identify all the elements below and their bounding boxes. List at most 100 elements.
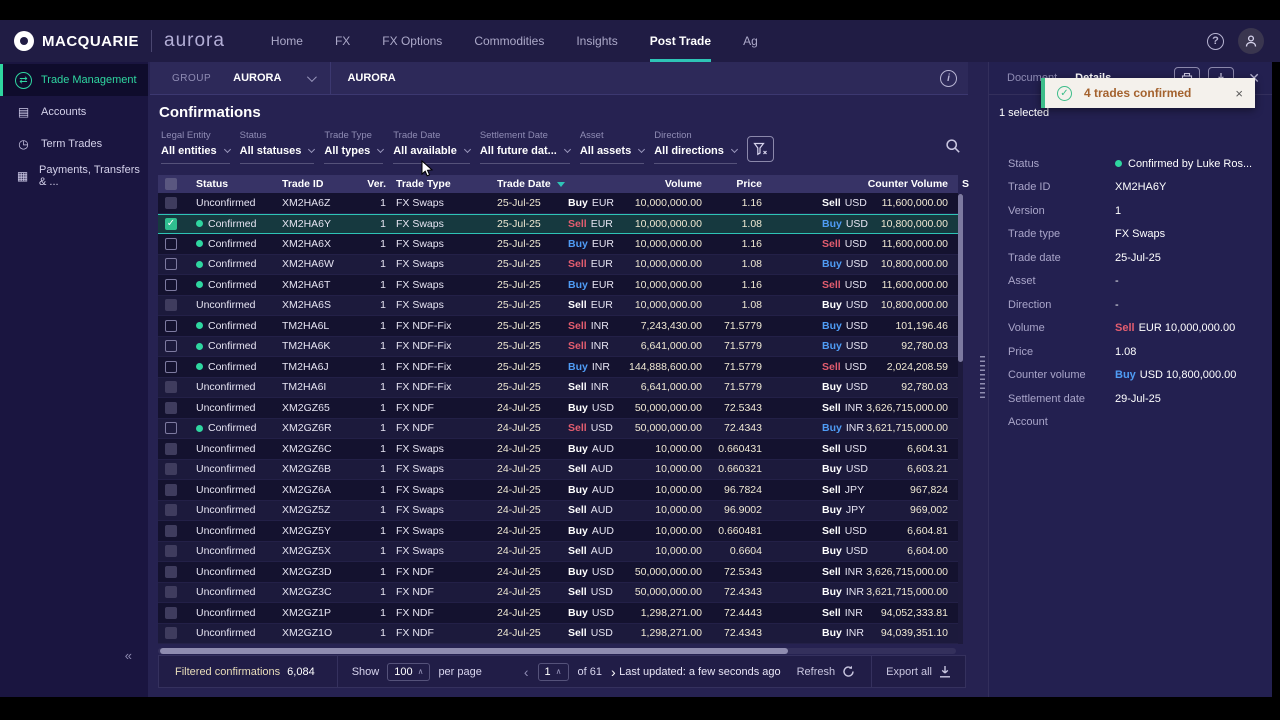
table-horizontal-scrollbar[interactable] bbox=[158, 648, 956, 654]
row-checkbox[interactable] bbox=[165, 279, 177, 291]
trade-row[interactable]: Unconfirmed XM2GZ3D 1 FX NDF 24-Jul-25 B… bbox=[158, 562, 958, 583]
row-direction2: Buy bbox=[822, 381, 842, 393]
sidebar-item[interactable]: ▦ Payments, Transfers & ... bbox=[0, 160, 148, 192]
trade-row[interactable]: Unconfirmed XM2GZ6C 1 FX Swaps 24-Jul-25… bbox=[158, 439, 958, 460]
info-icon[interactable]: i bbox=[940, 70, 957, 87]
col-version[interactable]: Ver. bbox=[362, 178, 386, 190]
filter-dropdown[interactable]: Status All statuses bbox=[240, 130, 315, 164]
nav-item[interactable]: Ag bbox=[743, 20, 758, 62]
trade-row[interactable]: Unconfirmed XM2GZ65 1 FX NDF 24-Jul-25 B… bbox=[158, 398, 958, 419]
sidebar-collapse-button[interactable]: « bbox=[125, 648, 132, 663]
row-checkbox[interactable] bbox=[165, 361, 177, 373]
row-checkbox[interactable] bbox=[165, 607, 177, 619]
row-checkbox[interactable] bbox=[165, 422, 177, 434]
trade-row[interactable]: Confirmed XM2HA6X 1 FX Swaps 25-Jul-25 B… bbox=[158, 234, 958, 255]
row-checkbox[interactable] bbox=[165, 238, 177, 250]
sidebar-item[interactable]: ◷ Term Trades bbox=[0, 128, 148, 160]
col-trade-date[interactable]: Trade Date bbox=[470, 178, 548, 190]
row-checkbox[interactable] bbox=[165, 197, 177, 209]
row-version: 1 bbox=[362, 381, 386, 393]
filter-dropdown[interactable]: Settlement Date All future dat... bbox=[480, 130, 570, 164]
row-direction1: Sell bbox=[568, 586, 587, 598]
horizontal-scroll-thumb[interactable] bbox=[160, 648, 788, 654]
col-trade-type[interactable]: Trade Type bbox=[386, 178, 470, 190]
sidebar-item[interactable]: ▤ Accounts bbox=[0, 96, 148, 128]
filter-funnel-button[interactable] bbox=[747, 136, 774, 162]
nav-item[interactable]: Insights bbox=[576, 20, 617, 62]
row-checkbox[interactable] bbox=[165, 586, 177, 598]
select-all-checkbox[interactable] bbox=[158, 178, 184, 190]
nav-item[interactable]: FX bbox=[335, 20, 350, 62]
trade-row[interactable]: Unconfirmed XM2GZ5Z 1 FX Swaps 24-Jul-25… bbox=[158, 501, 958, 522]
sidebar-item[interactable]: ⇄ Trade Management bbox=[0, 64, 148, 96]
trade-row[interactable]: ✓ Confirmed XM2HA6Y 1 FX Swaps 25-Jul-25… bbox=[158, 214, 958, 235]
row-checkbox[interactable] bbox=[165, 566, 177, 578]
page-size-select[interactable]: 100 ∧ bbox=[387, 663, 430, 681]
row-checkbox[interactable] bbox=[165, 525, 177, 537]
col-volume[interactable]: Volume bbox=[608, 178, 718, 190]
row-checkbox[interactable]: ✓ bbox=[165, 218, 177, 230]
col-counter-volume[interactable]: Counter Volume bbox=[846, 178, 958, 190]
user-avatar[interactable] bbox=[1238, 28, 1264, 54]
help-icon[interactable]: ? bbox=[1207, 33, 1224, 50]
group-selector[interactable]: AURORA bbox=[233, 72, 314, 84]
table-vertical-scrollbar[interactable] bbox=[958, 194, 963, 644]
row-price: 72.4343 bbox=[718, 422, 776, 434]
last-updated-label: Last updated: a few seconds ago bbox=[619, 666, 780, 678]
trade-row[interactable]: Unconfirmed XM2GZ6B 1 FX Swaps 24-Jul-25… bbox=[158, 460, 958, 481]
trade-row[interactable]: Confirmed XM2HA6T 1 FX Swaps 25-Jul-25 B… bbox=[158, 275, 958, 296]
panel-resize-handle[interactable] bbox=[980, 356, 985, 400]
export-all-button[interactable]: Export all bbox=[886, 665, 951, 678]
trade-row[interactable]: Confirmed TM2HA6J 1 FX NDF-Fix 25-Jul-25… bbox=[158, 357, 958, 378]
row-checkbox[interactable] bbox=[165, 504, 177, 516]
chevron-down-icon bbox=[224, 146, 231, 153]
refresh-button[interactable]: Refresh bbox=[797, 665, 856, 678]
row-checkbox[interactable] bbox=[165, 340, 177, 352]
page-number-select[interactable]: 1 ∧ bbox=[538, 663, 569, 681]
prev-page-icon[interactable]: ‹ bbox=[524, 664, 529, 680]
row-checkbox[interactable] bbox=[165, 320, 177, 332]
row-price: 0.660481 bbox=[718, 525, 776, 537]
trade-row[interactable]: Unconfirmed XM2GZ5X 1 FX Swaps 24-Jul-25… bbox=[158, 542, 958, 563]
row-price: 72.5343 bbox=[718, 402, 776, 414]
row-checkbox[interactable] bbox=[165, 627, 177, 639]
row-checkbox[interactable] bbox=[165, 545, 177, 557]
trade-row[interactable]: Unconfirmed XM2HA6Z 1 FX Swaps 25-Jul-25… bbox=[158, 193, 958, 214]
trade-row[interactable]: Unconfirmed XM2HA6S 1 FX Swaps 25-Jul-25… bbox=[158, 296, 958, 317]
col-trade-id[interactable]: Trade ID bbox=[274, 178, 362, 190]
trade-row[interactable]: Confirmed TM2HA6K 1 FX NDF-Fix 25-Jul-25… bbox=[158, 337, 958, 358]
col-status[interactable]: Status bbox=[184, 178, 274, 190]
detail-field-label: Settlement date bbox=[989, 393, 1115, 405]
trade-row[interactable]: Unconfirmed XM2GZ6A 1 FX Swaps 24-Jul-25… bbox=[158, 480, 958, 501]
trade-row[interactable]: Unconfirmed XM2GZ1O 1 FX NDF 24-Jul-25 S… bbox=[158, 624, 958, 645]
nav-item[interactable]: Post Trade bbox=[650, 20, 711, 62]
row-checkbox[interactable] bbox=[165, 463, 177, 475]
filter-dropdown[interactable]: Direction All directions bbox=[654, 130, 737, 164]
filter-dropdown[interactable]: Legal Entity All entities bbox=[161, 130, 230, 164]
filter-dropdown[interactable]: Asset All assets bbox=[580, 130, 644, 164]
row-checkbox[interactable] bbox=[165, 402, 177, 414]
trade-row[interactable]: Confirmed XM2HA6W 1 FX Swaps 25-Jul-25 S… bbox=[158, 255, 958, 276]
row-checkbox[interactable] bbox=[165, 443, 177, 455]
nav-item[interactable]: Commodities bbox=[474, 20, 544, 62]
nav-item[interactable]: FX Options bbox=[382, 20, 442, 62]
trade-row[interactable]: Confirmed TM2HA6L 1 FX NDF-Fix 25-Jul-25… bbox=[158, 316, 958, 337]
next-page-icon[interactable]: › bbox=[611, 664, 616, 680]
filter-dropdown[interactable]: Trade Type All types bbox=[324, 130, 383, 164]
trade-row[interactable]: Confirmed XM2GZ6R 1 FX NDF 24-Jul-25 Sel… bbox=[158, 419, 958, 440]
trade-row[interactable]: Unconfirmed XM2GZ5Y 1 FX Swaps 24-Jul-25… bbox=[158, 521, 958, 542]
toast-close-icon[interactable]: × bbox=[1235, 86, 1243, 101]
trade-row[interactable]: Unconfirmed XM2GZ3C 1 FX NDF 24-Jul-25 S… bbox=[158, 583, 958, 604]
vertical-scroll-thumb[interactable] bbox=[958, 194, 963, 362]
row-checkbox[interactable] bbox=[165, 484, 177, 496]
row-checkbox[interactable] bbox=[165, 381, 177, 393]
trade-row[interactable]: Unconfirmed XM2GZ1P 1 FX NDF 24-Jul-25 B… bbox=[158, 603, 958, 624]
trade-row[interactable]: Unconfirmed TM2HA6I 1 FX NDF-Fix 25-Jul-… bbox=[158, 378, 958, 399]
col-price[interactable]: Price bbox=[718, 178, 776, 190]
search-icon[interactable] bbox=[945, 138, 961, 154]
row-volume: 10,000,000.00 bbox=[608, 258, 718, 270]
row-checkbox[interactable] bbox=[165, 258, 177, 270]
filter-dropdown[interactable]: Trade Date All available bbox=[393, 130, 470, 164]
row-checkbox[interactable] bbox=[165, 299, 177, 311]
nav-item[interactable]: Home bbox=[271, 20, 303, 62]
